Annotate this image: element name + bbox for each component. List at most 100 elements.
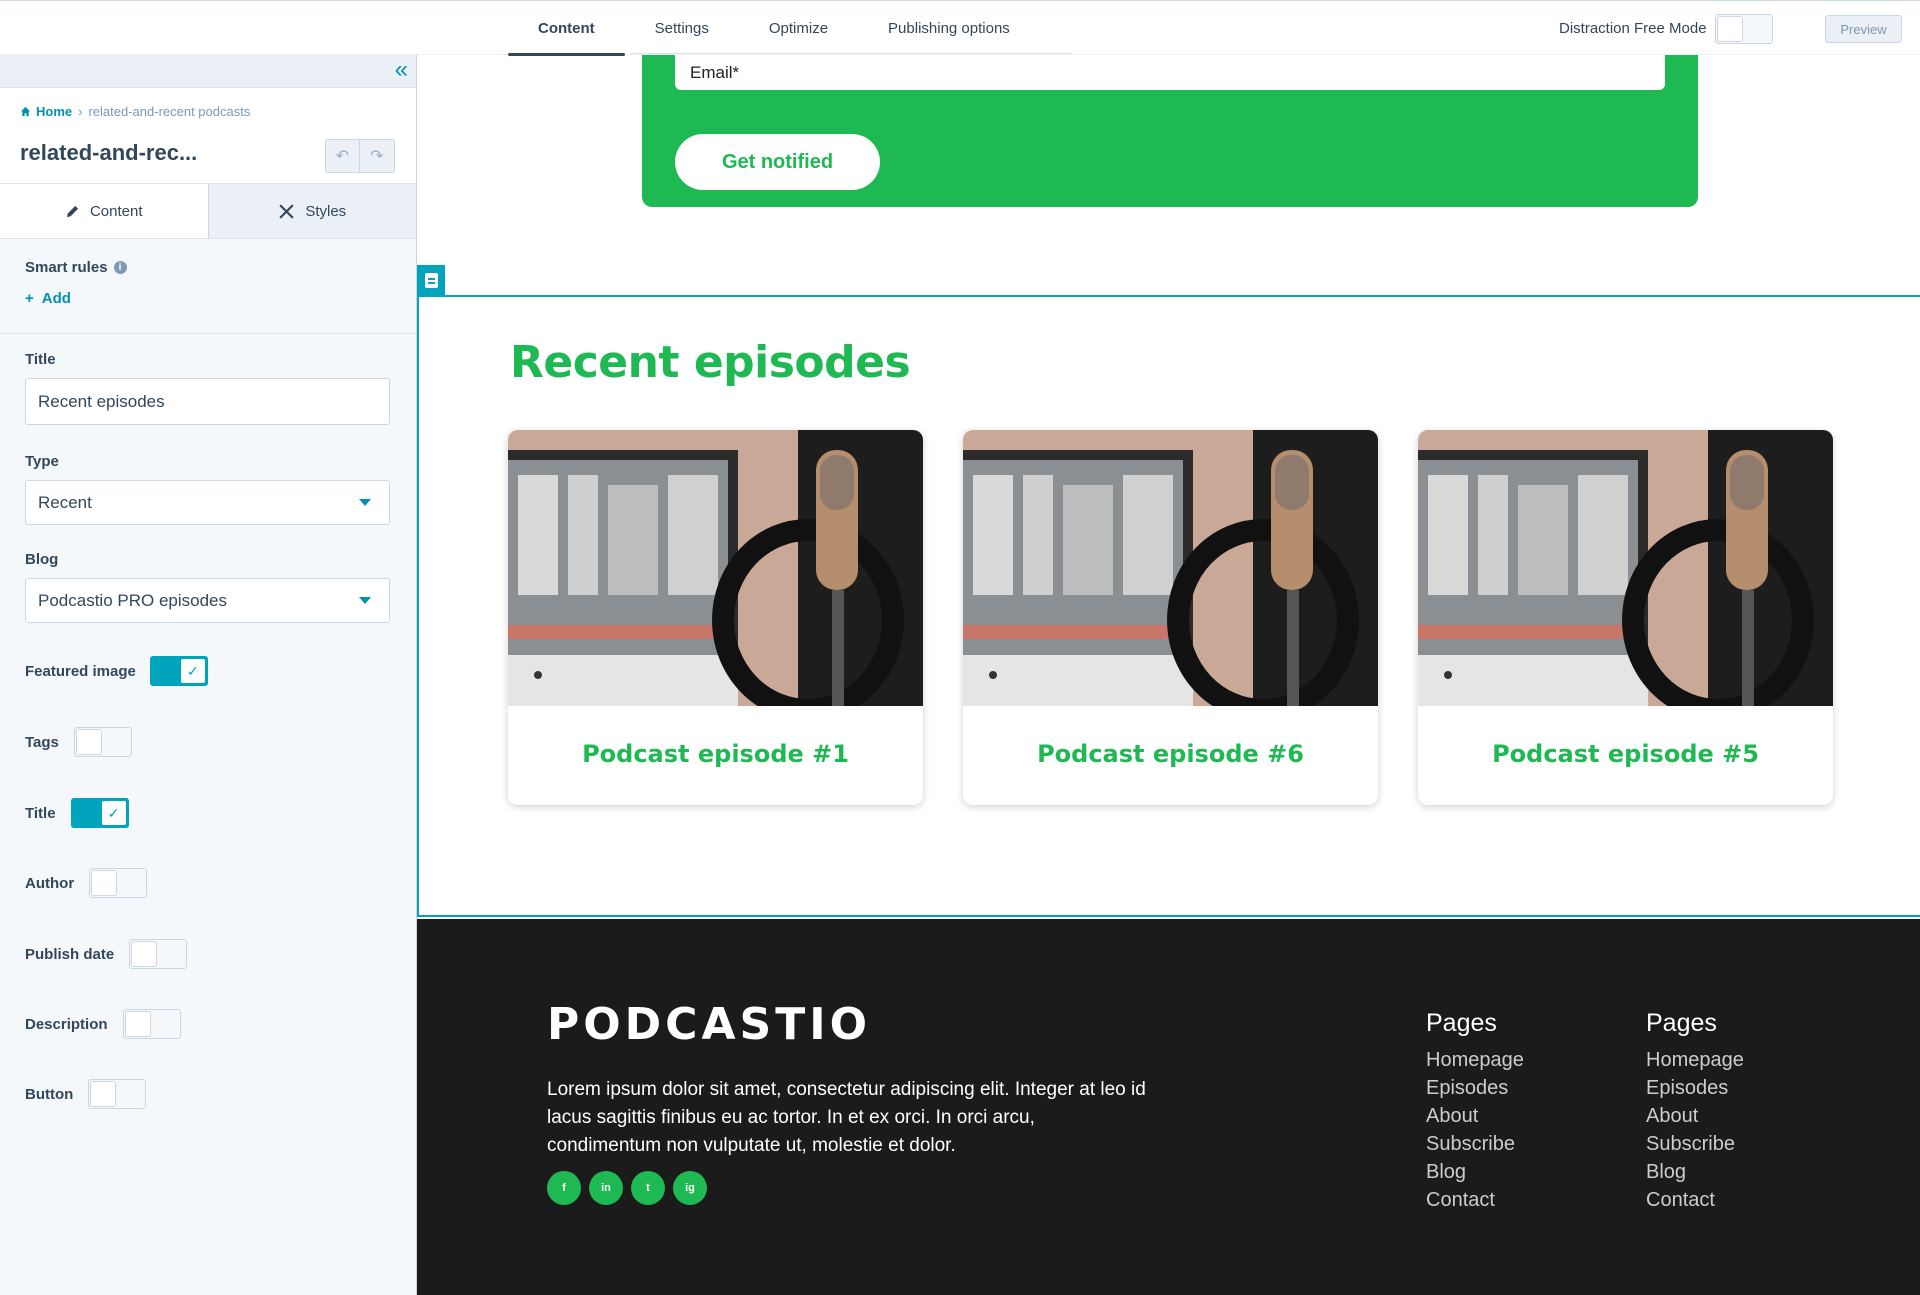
description-label: Description (25, 1015, 108, 1033)
tabs-divider (630, 53, 1072, 54)
collapse-sidebar-icon[interactable]: « (395, 57, 408, 83)
footer-link[interactable]: Subscribe (1426, 1130, 1524, 1158)
footer-link[interactable]: Homepage (1426, 1046, 1524, 1074)
footer-description: Lorem ipsum dolor sit amet, consectetur … (547, 1079, 1146, 1156)
distraction-free-toggle[interactable] (1714, 13, 1773, 44)
blog-select-value: Podcastio PRO episodes (38, 590, 227, 610)
episode-image (963, 430, 1378, 706)
featured-image-toggle[interactable]: ✓ (149, 656, 208, 686)
editor-tabs: Content Settings Optimize Publishing opt… (508, 1, 1040, 56)
sidebar-tabs: Content Styles (0, 184, 416, 239)
sidebar-header: Home › related-and-recent podcasts relat… (0, 88, 416, 184)
recent-episodes-heading: Recent episodes (510, 337, 911, 388)
home-icon (20, 106, 31, 117)
description-toggle[interactable] (122, 1009, 181, 1039)
footer-link[interactable]: Blog (1426, 1158, 1524, 1186)
module-marker[interactable] (417, 265, 445, 295)
footer-link[interactable]: Subscribe (1646, 1130, 1744, 1158)
recent-episodes-module[interactable]: Recent episodes Podcast episode #1 Podca… (417, 295, 1920, 917)
footer-column: Pages Homepage Episodes About Subscribe … (1646, 1009, 1744, 1214)
type-select-value: Recent (38, 492, 92, 512)
undo-redo-group: ↶ ↷ (325, 139, 395, 173)
footer-column: Pages Homepage Episodes About Subscribe … (1426, 1009, 1524, 1214)
episode-card[interactable]: Podcast episode #5 (1418, 430, 1833, 805)
sidebar-tab-styles-label: Styles (305, 202, 347, 220)
sidebar-tab-styles[interactable]: Styles (207, 184, 416, 238)
email-input[interactable]: Email* (675, 55, 1665, 90)
featured-image-label: Featured image (25, 662, 136, 680)
button-toggle[interactable] (88, 1079, 147, 1109)
footer-link[interactable]: Contact (1646, 1186, 1744, 1214)
tab-content[interactable]: Content (508, 1, 625, 56)
info-icon[interactable]: i (113, 261, 127, 274)
preview-button[interactable]: Preview (1825, 15, 1902, 43)
footer-link[interactable]: Contact (1426, 1186, 1524, 1214)
author-toggle[interactable] (89, 868, 148, 898)
undo-button[interactable]: ↶ (325, 139, 360, 173)
episode-card[interactable]: Podcast episode #1 (508, 430, 923, 805)
styles-icon (279, 203, 294, 219)
tags-row: Tags (25, 727, 132, 757)
title-toggle[interactable]: ✓ (70, 798, 129, 828)
blog-select[interactable]: Podcastio PRO episodes (25, 578, 390, 623)
footer-link[interactable]: Episodes (1426, 1074, 1524, 1102)
publish-date-toggle[interactable] (129, 939, 188, 969)
author-row: Author (25, 868, 148, 898)
episode-title[interactable]: Podcast episode #6 (963, 740, 1378, 768)
add-smart-rule-label: Add (41, 290, 71, 307)
get-notified-button[interactable]: Get notified (675, 134, 880, 190)
facebook-icon[interactable]: f (547, 1171, 581, 1205)
social-links: f in t ig (547, 1171, 707, 1205)
episode-title[interactable]: Podcast episode #5 (1418, 740, 1833, 768)
distraction-free-label: Distraction Free Mode (1559, 20, 1707, 37)
publish-date-row: Publish date (25, 939, 188, 969)
breadcrumb-home[interactable]: Home (20, 104, 72, 119)
signup-card: Email* Get notified (642, 55, 1698, 207)
blog-field-label: Blog (25, 551, 59, 568)
footer-logo[interactable]: PODCASTIO (547, 999, 871, 1050)
type-select[interactable]: Recent (25, 480, 390, 525)
footer-column-heading: Pages (1426, 1009, 1497, 1037)
distraction-free-mode: Distraction Free Mode (1559, 11, 1773, 46)
footer-link[interactable]: Blog (1646, 1158, 1744, 1186)
description-row: Description (25, 1009, 181, 1039)
tab-optimize[interactable]: Optimize (739, 1, 858, 56)
title-field[interactable] (25, 378, 390, 425)
sidebar-tab-content[interactable]: Content (0, 184, 208, 238)
module-icon (424, 272, 438, 288)
tags-toggle[interactable] (73, 727, 132, 757)
add-smart-rule-link[interactable]: + Add (25, 290, 71, 307)
sidebar-collapse-bar: « (0, 55, 416, 88)
undo-icon: ↶ (335, 148, 350, 165)
instagram-icon[interactable]: ig (673, 1171, 707, 1205)
redo-button[interactable]: ↷ (360, 139, 395, 173)
tab-settings[interactable]: Settings (625, 1, 739, 56)
top-bar: Content Settings Optimize Publishing opt… (0, 0, 1920, 56)
footer-link[interactable]: About (1646, 1102, 1744, 1130)
footer-link[interactable]: About (1426, 1102, 1524, 1130)
episode-card[interactable]: Podcast episode #6 (963, 430, 1378, 805)
featured-image-row: Featured image ✓ (25, 656, 208, 686)
footer-link[interactable]: Episodes (1646, 1074, 1744, 1102)
title-toggle-label: Title (25, 804, 56, 822)
caret-down-icon (359, 499, 371, 506)
breadcrumb-current: related-and-recent podcasts (88, 104, 251, 119)
episode-image (1418, 430, 1833, 706)
breadcrumb: Home › related-and-recent podcasts (20, 104, 250, 119)
footer-link[interactable]: Homepage (1646, 1046, 1744, 1074)
breadcrumb-home-label: Home (36, 104, 73, 119)
twitter-icon[interactable]: t (631, 1171, 665, 1205)
chevron-right-icon: › (78, 104, 83, 119)
tab-publishing-options[interactable]: Publishing options (858, 1, 1040, 56)
episode-title[interactable]: Podcast episode #1 (508, 740, 923, 768)
type-field-label: Type (25, 453, 59, 470)
pencil-icon (66, 205, 79, 217)
caret-down-icon (359, 597, 371, 604)
title-field-label: Title (25, 351, 56, 368)
page-canvas: Email* Get notified Recent episodes Podc… (417, 55, 1920, 1295)
plus-icon: + (25, 290, 34, 307)
smart-rules-text: Smart rules (25, 259, 108, 276)
linkedin-icon[interactable]: in (589, 1171, 623, 1205)
button-label: Button (25, 1085, 74, 1103)
episode-image (508, 430, 923, 706)
